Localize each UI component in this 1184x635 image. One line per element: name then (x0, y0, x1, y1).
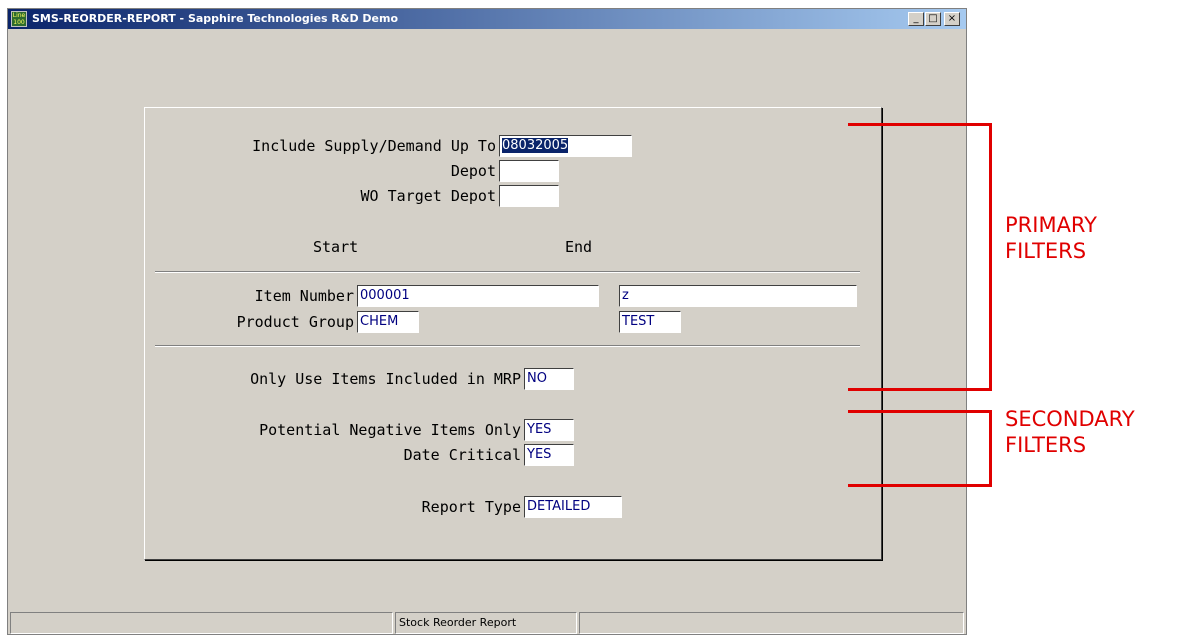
maximize-button[interactable]: □ (925, 12, 941, 26)
close-button[interactable]: × (944, 12, 960, 26)
item-number-start-field[interactable]: 000001 (357, 285, 599, 307)
window-title: SMS-REORDER-REPORT - Sapphire Technologi… (32, 12, 399, 25)
wo-target-depot-label: WO Target Depot (360, 187, 496, 205)
depot-field[interactable] (499, 160, 559, 182)
depot-label: Depot (450, 162, 496, 180)
report-type-label: Report Type (421, 498, 521, 516)
minimize-button[interactable]: _ (908, 12, 924, 26)
status-cell-right (579, 612, 964, 634)
app-window: Line 100 SMS-REORDER-REPORT - Sapphire T… (7, 8, 967, 635)
mrp-only-field[interactable]: NO (524, 368, 574, 390)
status-bar: Stock Reorder Report (8, 612, 966, 634)
status-cell-left (10, 612, 393, 634)
end-column-header: End (565, 238, 593, 256)
report-type-field[interactable]: DETAILED (524, 496, 622, 518)
secondary-filters-bracket (848, 410, 992, 487)
potential-negative-field[interactable]: YES (524, 419, 574, 441)
primary-filters-bracket (848, 123, 992, 391)
item-number-label: Item Number (254, 287, 354, 305)
start-column-header: Start (313, 238, 359, 256)
supply-demand-date-field[interactable]: 08032005 (499, 135, 632, 157)
date-critical-field[interactable]: YES (524, 444, 574, 466)
primary-filters-annotation: PRIMARY FILTERS (1005, 213, 1098, 263)
item-number-end-field[interactable]: z (619, 285, 857, 307)
status-cell-center: Stock Reorder Report (395, 612, 577, 634)
separator-1 (155, 271, 860, 273)
product-group-start-field[interactable]: CHEM (357, 311, 419, 333)
product-group-label: Product Group (236, 313, 354, 331)
date-critical-label: Date Critical (403, 446, 521, 464)
report-parameters-panel: Include Supply/Demand Up To 08032005 Dep… (144, 107, 882, 560)
mrp-only-label: Only Use Items Included in MRP (250, 370, 521, 388)
wo-target-depot-field[interactable] (499, 185, 559, 207)
app-icon[interactable]: Line 100 (11, 11, 27, 27)
title-bar[interactable]: Line 100 SMS-REORDER-REPORT - Sapphire T… (8, 9, 966, 29)
secondary-filters-annotation: SECONDARY FILTERS (1005, 407, 1135, 457)
product-group-end-field[interactable]: TEST (619, 311, 681, 333)
potential-negative-label: Potential Negative Items Only (259, 421, 521, 439)
supply-demand-label: Include Supply/Demand Up To (252, 137, 496, 155)
separator-2 (155, 345, 860, 347)
